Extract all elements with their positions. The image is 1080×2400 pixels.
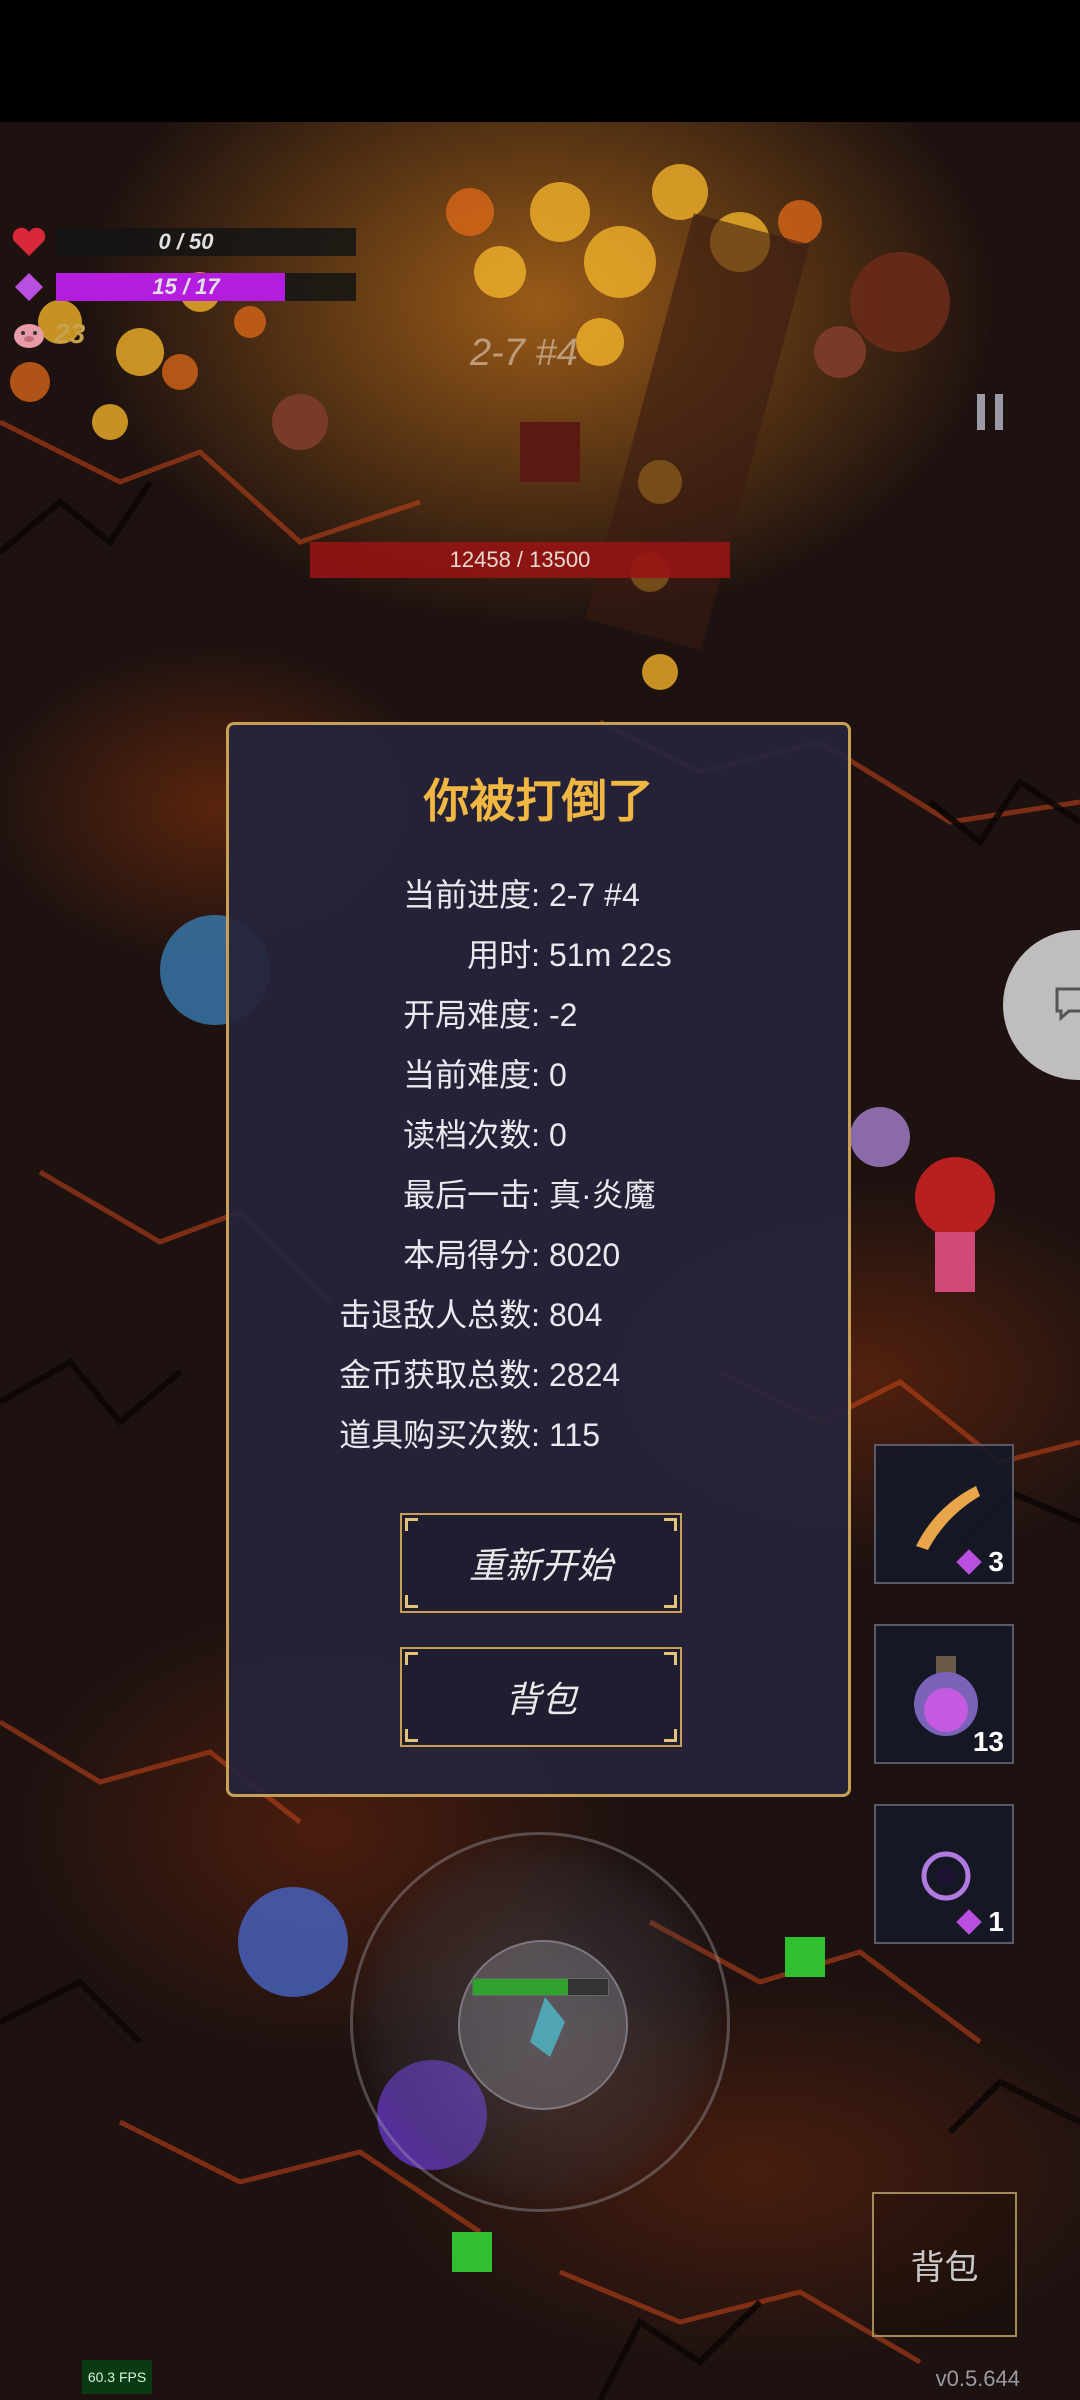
hp-row: 0 / 50 (10, 222, 356, 262)
bag-side-button[interactable]: 背包 (872, 2192, 1017, 2337)
coin-count: 23 (54, 318, 86, 349)
player-hp-bar (472, 1978, 609, 1996)
boss-hp-text: 12458 / 13500 (449, 547, 591, 572)
stat-label: 读档次数: (403, 1117, 540, 1153)
pause-icon (977, 394, 985, 430)
crystal-icon (530, 1997, 565, 2057)
gem-icon (956, 1549, 983, 1575)
stat-label: 金币获取总数: (339, 1357, 540, 1393)
stat-label: 用时: (467, 937, 540, 973)
stat-row: 道具购买次数: 115 (229, 1410, 848, 1460)
fps-counter: 60.3 FPS (82, 2360, 152, 2394)
stat-label: 道具购买次数: (339, 1417, 540, 1453)
gem-icon (956, 1909, 983, 1935)
stat-value: 2824 (549, 1357, 621, 1393)
skill-count: 1 (956, 1906, 1004, 1938)
stat-row: 读档次数: 0 (229, 1110, 848, 1160)
skill-slot-horn[interactable]: 3 (874, 1444, 1014, 1584)
stat-value: 真·炎魔 (549, 1177, 656, 1213)
stat-value: 0 (549, 1057, 567, 1093)
mana-text: 15 / 17 (152, 274, 220, 299)
hp-text: 0 / 50 (158, 229, 214, 254)
stat-row: 用时: 51m 22s (229, 930, 848, 980)
stat-value: 2-7 #4 (549, 877, 640, 913)
stat-row: 本局得分: 8020 (229, 1230, 848, 1280)
stat-value: 8020 (549, 1237, 621, 1273)
joystick-knob[interactable] (458, 1940, 628, 2110)
stat-row: 当前进度: 2-7 #4 (229, 870, 848, 920)
stat-row: 金币获取总数: 2824 (229, 1350, 848, 1400)
pig-icon (10, 315, 48, 353)
joystick[interactable] (350, 1832, 730, 2212)
skill-slot-void-orb[interactable]: 1 (874, 1804, 1014, 1944)
skill-count: 3 (956, 1546, 1004, 1578)
version-label: v0.5.644 (935, 2366, 1020, 2391)
coin-row: 23 (10, 314, 85, 354)
stat-label: 击退敌人总数: (339, 1297, 540, 1333)
mana-bar: 15 / 17 (56, 273, 356, 301)
player-hp-fill (473, 1979, 568, 1995)
stat-row: 开局难度: -2 (229, 990, 848, 1040)
mana-row: 15 / 17 (10, 267, 356, 307)
skill-count: 13 (972, 1726, 1004, 1757)
stat-label: 当前难度: (403, 1057, 540, 1093)
stat-value: -2 (549, 997, 578, 1033)
stat-row: 最后一击: 真·炎魔 (229, 1170, 848, 1220)
heart-icon (10, 223, 48, 261)
status-bar (0, 0, 1080, 122)
diamond-icon (10, 268, 48, 306)
bag-button[interactable]: 背包 (400, 1647, 682, 1747)
stat-label: 本局得分: (403, 1237, 540, 1273)
stat-label: 开局难度: (403, 997, 540, 1033)
stat-label: 最后一击: (403, 1177, 540, 1213)
chat-icon (1055, 987, 1080, 1021)
stat-label: 当前进度: (403, 877, 540, 913)
pause-button[interactable] (950, 377, 1030, 447)
stat-value: 804 (549, 1297, 603, 1333)
restart-button-label: 重新开始 (468, 1545, 613, 1586)
skill-slot-potion[interactable]: 13 (874, 1624, 1014, 1764)
stage-label: 2-7 #4 (470, 332, 578, 374)
boss-hp-bar: 12458 / 13500 (310, 542, 730, 578)
stat-row: 当前难度: 0 (229, 1050, 848, 1100)
stat-row: 击退敌人总数: 804 (229, 1290, 848, 1340)
defeat-dialog: 你被打倒了 当前进度: 2-7 #4 用时: 51m 22s 开局难度: -2 当前难度: 0… (226, 722, 851, 1797)
game-screen: 0 / 50 15 / 17 23 2-7 #4 12458 / 13500 3… (0, 0, 1080, 2400)
stat-value: 0 (549, 1117, 567, 1153)
dialog-title: 你被打倒了 (423, 775, 654, 827)
restart-button[interactable]: 重新开始 (400, 1513, 682, 1613)
hp-bar: 0 / 50 (56, 228, 356, 256)
stat-value: 51m 22s (549, 937, 672, 973)
stat-value: 115 (549, 1417, 601, 1453)
bag-button-label: 背包 (504, 1679, 577, 1720)
